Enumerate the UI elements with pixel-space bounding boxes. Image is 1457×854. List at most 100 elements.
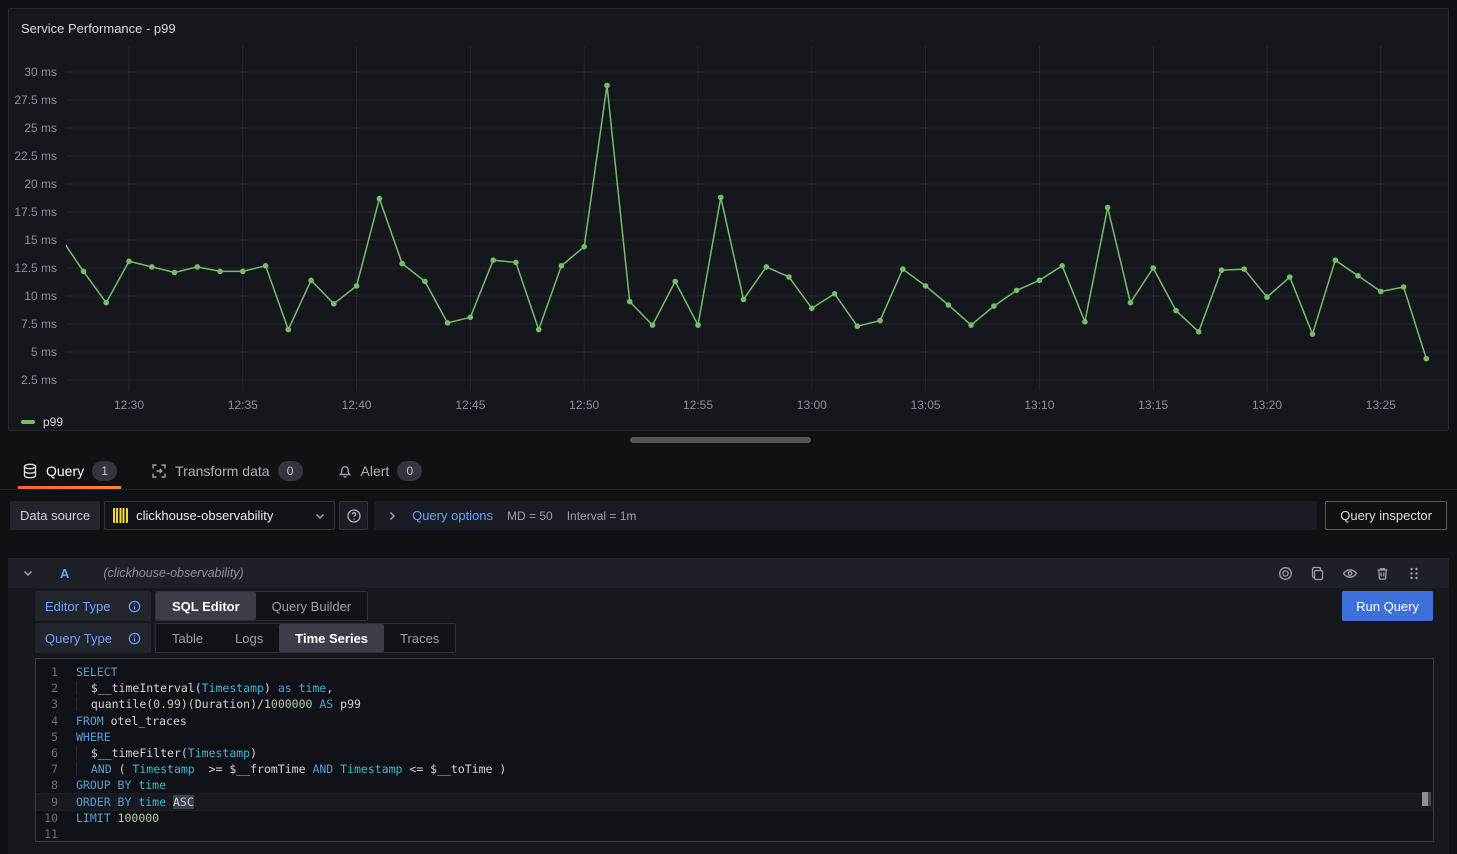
series-point <box>1037 278 1043 284</box>
sql-editor[interactable]: 1 SELECT 2 $__timeInterval(Timestamp) as t… <box>35 658 1434 842</box>
sql-line: 7 AND ( Timestamp >= $__fromTime AND Tim… <box>36 761 1433 777</box>
datasource-select[interactable]: clickhouse-observability <box>104 501 335 530</box>
sql-line-content: FROM otel_traces <box>76 713 187 729</box>
y-axis-tick-label: 2.5 ms <box>9 373 57 387</box>
series-point <box>468 315 474 321</box>
series-point <box>1401 284 1407 290</box>
x-axis-tick-label: 13:20 <box>1252 398 1282 412</box>
eye-icon[interactable] <box>1342 566 1358 581</box>
series-point <box>1219 267 1225 273</box>
query-type-label-chip: Query Type <box>35 623 151 653</box>
editor-type-query-builder[interactable]: Query Builder <box>256 592 367 620</box>
transform-icon <box>151 463 167 479</box>
chevron-down-icon <box>314 510 326 522</box>
series-point <box>604 83 610 89</box>
series-point <box>240 269 246 275</box>
editor-type-sql-editor[interactable]: SQL Editor <box>156 592 256 620</box>
query-options-link[interactable]: Query options <box>412 508 493 523</box>
sql-line: 8GROUP BY time <box>36 777 1433 793</box>
series-point <box>627 299 633 305</box>
panel-editor-page: Service Performance - p99 30 ms27.5 ms25… <box>0 0 1457 854</box>
datasource-help-button[interactable] <box>339 501 368 530</box>
series-point <box>809 306 815 312</box>
sql-line-content: WHERE <box>76 729 111 745</box>
query-datasource-hint: (clickhouse-observability) <box>103 566 243 580</box>
horizontal-scrollbar[interactable] <box>630 437 811 443</box>
info-circle-icon[interactable] <box>128 600 141 613</box>
sql-line-content: AND ( Timestamp >= $__fromTime AND Times… <box>76 761 506 777</box>
database-icon <box>22 463 38 479</box>
line-number: 9 <box>36 794 66 810</box>
sql-line: 4FROM otel_traces <box>36 713 1433 729</box>
y-axis-tick-label: 7.5 ms <box>9 317 57 331</box>
series-point <box>718 195 724 201</box>
series-point <box>559 263 565 269</box>
tab-alert[interactable]: Alert 0 <box>333 453 427 488</box>
sql-line-content: $__timeInterval(Timestamp) as time, <box>76 680 333 696</box>
query-row-header[interactable]: A (clickhouse-observability) <box>8 558 1449 588</box>
sql-line: 1 SELECT <box>36 664 1433 680</box>
series-point <box>991 303 997 309</box>
series-point <box>308 278 314 284</box>
query-inspector-button[interactable]: Query inspector <box>1325 501 1447 530</box>
collapse-chevron-down-icon[interactable] <box>22 567 34 579</box>
record-circle-icon[interactable] <box>1278 566 1293 581</box>
query-options-bar[interactable]: Query options MD = 50 Interval = 1m <box>374 501 1317 530</box>
datasource-selected-value: clickhouse-observability <box>136 508 306 523</box>
query-row-actions <box>1278 566 1435 581</box>
sql-line-content: quantile(0.99)(Duration)/1000000 AS p99 <box>76 696 361 712</box>
line-number: 6 <box>36 745 66 761</box>
query-type-time-series[interactable]: Time Series <box>279 624 384 652</box>
editor-type-label: Editor Type <box>45 599 111 614</box>
tab-transform-label: Transform data <box>175 463 269 479</box>
run-query-button[interactable]: Run Query <box>1342 591 1433 621</box>
clickhouse-logo-icon <box>113 508 128 523</box>
query-type-table[interactable]: Table <box>156 624 219 652</box>
chart-canvas[interactable] <box>66 46 1448 391</box>
interval-value: Interval = 1m <box>567 509 637 523</box>
x-axis-tick-label: 13:00 <box>797 398 827 412</box>
help-circle-icon <box>346 508 362 524</box>
y-axis-tick-label: 30 ms <box>9 65 57 79</box>
sql-line-content: SELECT <box>76 664 118 680</box>
series-point <box>1378 289 1384 295</box>
series-point <box>399 261 405 267</box>
copy-icon[interactable] <box>1310 566 1325 581</box>
series-point <box>422 279 428 285</box>
series-point <box>1014 288 1020 294</box>
y-axis-tick-label: 15 ms <box>9 233 57 247</box>
trash-icon[interactable] <box>1375 566 1390 581</box>
editor-type-label-chip: Editor Type <box>35 591 151 621</box>
series-point <box>1310 331 1316 337</box>
query-type-traces[interactable]: Traces <box>384 624 455 652</box>
sql-line-content: LIMIT 100000 <box>76 810 159 826</box>
series-point <box>1128 300 1134 306</box>
series-point <box>445 320 451 326</box>
tab-transform-data[interactable]: Transform data 0 <box>147 453 306 488</box>
series-point <box>900 266 906 272</box>
sql-line-current: 9ORDER BY time ASC <box>36 794 1433 810</box>
series-point <box>968 322 974 328</box>
legend-series-label[interactable]: p99 <box>43 415 63 429</box>
tab-query[interactable]: Query 1 <box>18 453 121 488</box>
y-axis-tick-label: 12.5 ms <box>9 261 57 275</box>
x-axis-tick-label: 12:55 <box>683 398 713 412</box>
drag-handle-icon[interactable] <box>1407 566 1421 581</box>
series-point <box>286 327 292 333</box>
series-point <box>1105 205 1111 211</box>
line-number: 3 <box>36 696 66 712</box>
timeseries-panel: Service Performance - p99 30 ms27.5 ms25… <box>8 8 1449 431</box>
timeseries-svg <box>66 46 1448 391</box>
series-point <box>1424 356 1430 362</box>
line-number: 1 <box>36 664 66 680</box>
query-type-logs[interactable]: Logs <box>219 624 279 652</box>
series-point <box>946 302 952 308</box>
tab-alert-count-badge: 0 <box>397 461 422 481</box>
series-point <box>103 300 109 306</box>
series-point <box>1355 273 1361 279</box>
line-number: 2 <box>36 680 66 696</box>
y-axis-tick-label: 20 ms <box>9 177 57 191</box>
series-point <box>354 283 360 289</box>
editor-type-group: SQL Editor Query Builder <box>155 591 368 621</box>
info-circle-icon[interactable] <box>128 632 141 645</box>
